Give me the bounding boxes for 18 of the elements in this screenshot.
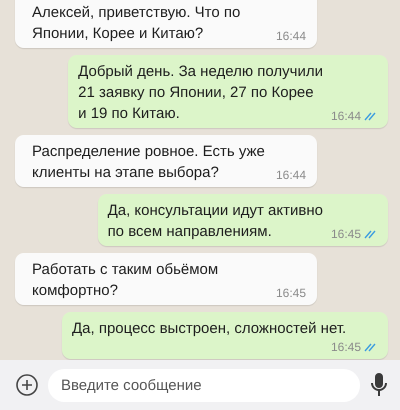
double-check-icon <box>364 112 377 120</box>
message-field[interactable]: Введите сообщение <box>48 368 360 402</box>
double-check-icon <box>364 230 377 238</box>
message-time: 16:44 <box>276 28 306 44</box>
message-time: 16:45 <box>330 226 361 242</box>
message-text: Да, консультации идут активно по всем направлениям. <box>108 201 323 242</box>
microphone-icon[interactable] <box>370 372 388 398</box>
message-time: 16:44 <box>330 108 361 124</box>
message-text: Распределение ровное. Есть уже клиенты на этапе выбора? <box>32 142 265 183</box>
message-text: Работать с таким обьёмом комфортно? <box>32 260 218 301</box>
message-text: Алексей, приветствую. Что по Японии, Корее и Китаю? <box>32 3 240 44</box>
double-check-icon <box>364 342 377 352</box>
message-time: 16:45 <box>330 339 361 355</box>
message-time: 16:44 <box>276 167 306 183</box>
message-text: Да, процесс выстроен, сложностей нет. <box>72 319 346 339</box>
message-text: Добрый день. За неделю получили 21 заявку по Японии, 27 по Корее и 19 по Китаю. <box>78 62 323 124</box>
message-time: 16:45 <box>276 285 306 301</box>
plus-icon[interactable] <box>16 374 38 396</box>
